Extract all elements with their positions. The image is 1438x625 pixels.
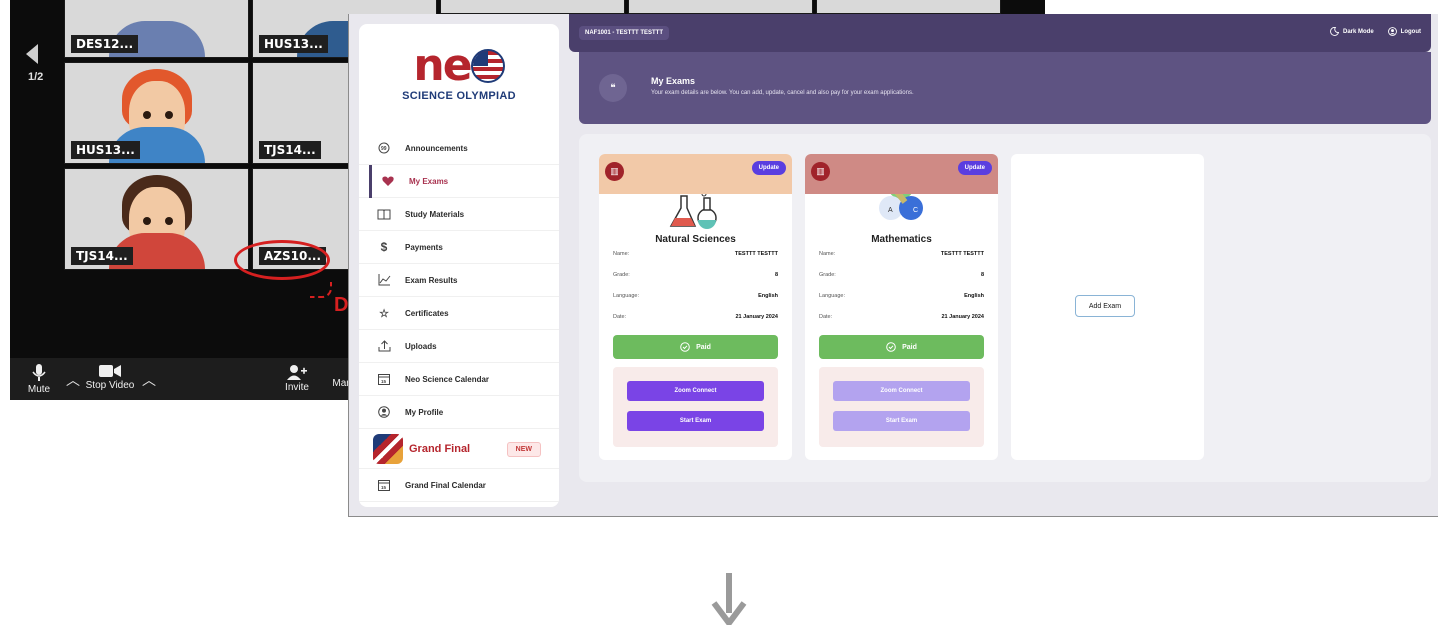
flask-illustration (599, 183, 792, 234)
exam-field: Grade: 8 (819, 272, 984, 278)
participant-tag: HUS13... (71, 141, 140, 159)
user-circle-icon (1387, 27, 1397, 36)
flag-icon (373, 433, 403, 464)
camera-icon (99, 365, 121, 377)
book-icon (377, 207, 391, 221)
page-subtitle: Your exam details are below. You can add… (651, 90, 914, 96)
user-chip[interactable]: NAF1001 - TESTTT TESTTT (579, 26, 670, 40)
check-circle-icon (680, 342, 690, 352)
video-tile[interactable]: DES12... (64, 0, 249, 58)
previous-page-icon[interactable] (26, 44, 38, 64)
exam-field: Grade: 8 (613, 272, 778, 278)
exam-field: Date: 21 January 2024 (819, 314, 984, 320)
arrow-down-icon (711, 573, 747, 625)
sidebar-item-my-profile[interactable]: My Profile (359, 396, 559, 429)
participant-tag: TJS14... (259, 141, 321, 159)
sidebar-item-exam-results[interactable]: Exam Results (359, 264, 559, 297)
dollar-icon: $ (380, 240, 388, 254)
venn-illustration: A C (805, 173, 998, 234)
calendar-icon: 15 (377, 478, 391, 492)
svg-text:15: 15 (381, 379, 387, 384)
book-icon: ▥ (811, 162, 830, 181)
sidebar-item-study-materials[interactable]: Study Materials (359, 198, 559, 231)
exam-card: ▥ Update Natural Sciences Name: TESTTT T… (599, 154, 792, 460)
exam-field: Language: English (613, 293, 778, 299)
logout-button[interactable]: Logout (1387, 27, 1421, 36)
update-button[interactable]: Update (957, 161, 992, 175)
zoom-connect-button[interactable]: Zoom Connect (627, 381, 764, 401)
video-tile[interactable] (628, 0, 813, 14)
logo: ne SCIENCE OLYMPIAD (359, 36, 559, 126)
annotation-letter: D (334, 294, 349, 316)
exam-field: Date: 21 January 2024 (613, 314, 778, 320)
video-tile[interactable] (440, 0, 625, 14)
exam-card: ▥ Update A C Mathematics Name: TESTTT TE… (805, 154, 998, 460)
annotation-arrow (310, 282, 332, 298)
participant-tag: HUS13... (259, 35, 328, 53)
video-tile[interactable]: TJS14... (64, 168, 249, 270)
svg-text:C: C (913, 207, 918, 214)
svg-text:A: A (888, 207, 893, 214)
star-icon: ☆ (379, 307, 389, 320)
chevron-up-icon[interactable]: ︿ (66, 370, 80, 390)
exam-field: Name: TESTTT TESTTT (613, 251, 778, 257)
globe-flag-icon (470, 49, 505, 83)
heart-icon (381, 174, 395, 188)
svg-text:15: 15 (381, 485, 387, 490)
page-banner: ❝ My Exams Your exam details are below. … (579, 52, 1431, 124)
calendar-icon: 15 (377, 372, 391, 386)
screen: 1/2 DES12... HUS13... HUS13... TJS14... (0, 0, 1438, 625)
sidebar-item-payments[interactable]: $ Payments (359, 231, 559, 264)
sidebar-item-uploads[interactable]: Uploads (359, 330, 559, 363)
sidebar: ne SCIENCE OLYMPIAD 99 Announcements My … (359, 24, 559, 507)
moon-icon (1330, 27, 1339, 36)
upload-icon (377, 339, 391, 353)
update-button[interactable]: Update (751, 161, 786, 175)
paid-status: Paid (613, 335, 778, 359)
stop-video-button[interactable]: Stop Video (82, 358, 138, 391)
start-exam-button[interactable]: Start Exam (833, 411, 970, 431)
add-exam-button[interactable]: Add Exam (1075, 295, 1135, 317)
svg-text:99: 99 (381, 146, 387, 152)
exams-panel: ▥ Update Natural Sciences Name: TESTTT T… (579, 134, 1431, 482)
page-indicator: 1/2 (28, 71, 44, 83)
microphone-icon (32, 364, 46, 381)
sidebar-item-announcements[interactable]: 99 Announcements (359, 132, 559, 165)
user-icon (377, 405, 391, 419)
chart-icon (377, 273, 391, 287)
logo-subtitle: SCIENCE OLYMPIAD (402, 90, 516, 102)
top-bar: NAF1001 - TESTTT TESTTT Dark Mode Logout (569, 14, 1431, 52)
participant-tag: TJS14... (71, 247, 133, 265)
exam-field: Name: TESTTT TESTTT (819, 251, 984, 257)
paid-status: Paid (819, 335, 984, 359)
invite-button[interactable]: Invite (282, 358, 312, 393)
start-exam-button[interactable]: Start Exam (627, 411, 764, 431)
sidebar-item-my-exams[interactable]: My Exams (359, 165, 559, 198)
new-badge: NEW (506, 442, 541, 457)
book-icon: ▥ (605, 162, 624, 181)
sidebar-item-grand-final-calendar[interactable]: 15 Grand Final Calendar (359, 469, 559, 502)
chat-icon: ❝ (599, 74, 627, 102)
dark-mode-toggle[interactable]: Dark Mode (1330, 27, 1374, 36)
chat-icon: 99 (377, 141, 391, 155)
sidebar-nav: 99 Announcements My Exams Study Material… (359, 132, 559, 502)
add-exam-card: Add Exam (1011, 154, 1204, 460)
portal-window: ne SCIENCE OLYMPIAD 99 Announcements My … (348, 14, 1438, 517)
check-circle-icon (886, 342, 896, 352)
video-tile[interactable]: HUS13... (64, 62, 249, 164)
highlight-ellipse (234, 240, 330, 280)
exam-field: Language: English (819, 293, 984, 299)
sidebar-item-neo-science-calendar[interactable]: 15 Neo Science Calendar (359, 363, 559, 396)
zoom-connect-button[interactable]: Zoom Connect (833, 381, 970, 401)
video-tile[interactable] (816, 0, 1001, 14)
exam-subject: Natural Sciences (655, 234, 736, 245)
participant-tag: DES12... (71, 35, 139, 53)
page-title: My Exams (651, 76, 696, 86)
mute-button[interactable]: Mute (24, 358, 54, 395)
exam-subject: Mathematics (871, 234, 932, 245)
sidebar-item-certificates[interactable]: ☆ Certificates (359, 297, 559, 330)
add-user-icon (287, 365, 307, 380)
sidebar-item-grand-final[interactable]: Grand Final NEW (359, 429, 559, 469)
chevron-up-icon[interactable]: ︿ (142, 370, 156, 390)
